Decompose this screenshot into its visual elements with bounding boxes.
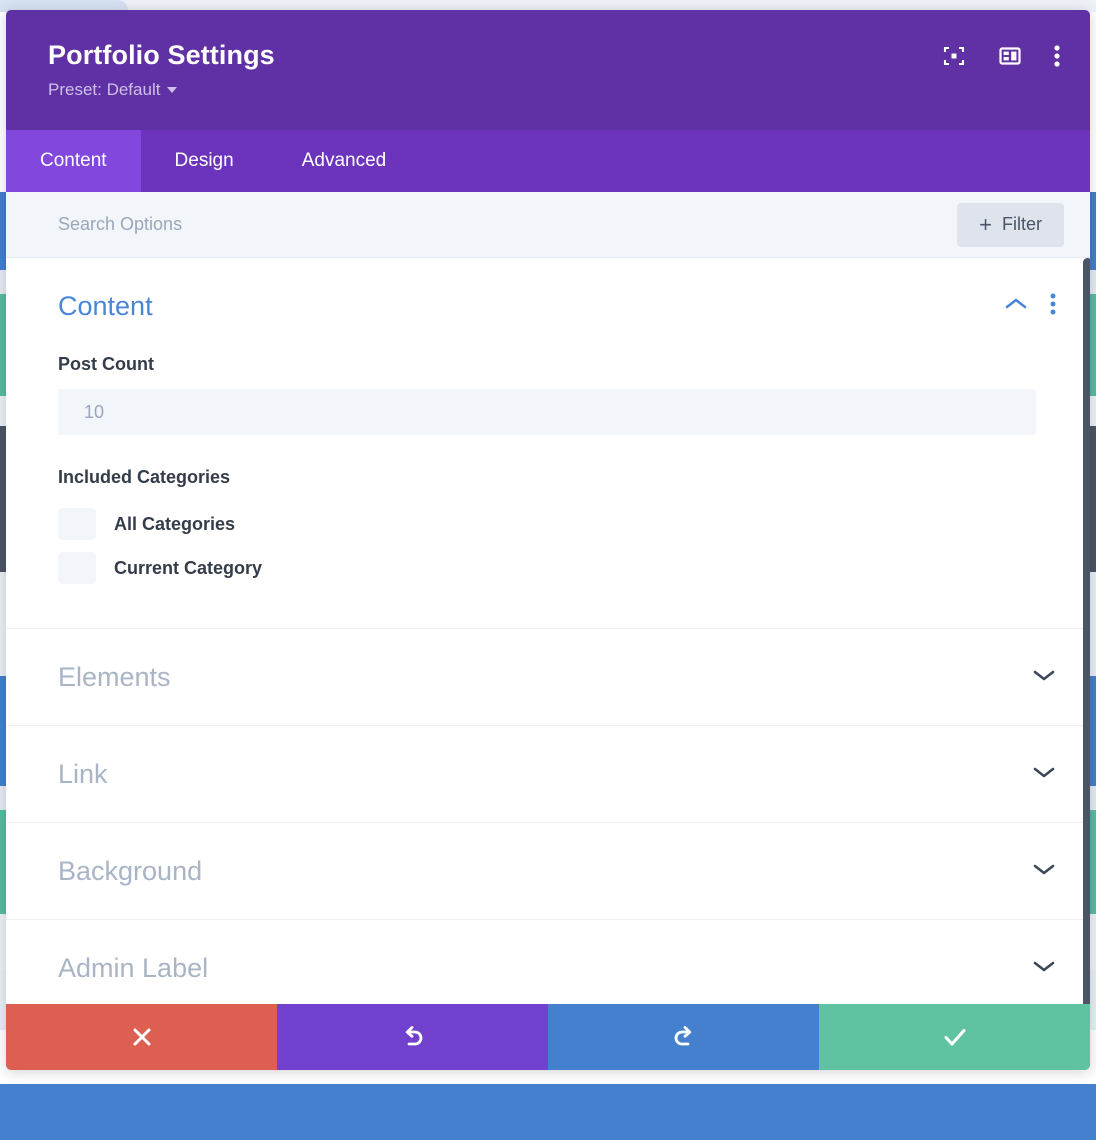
chevron-down-icon[interactable]	[1032, 958, 1056, 979]
cancel-button[interactable]	[6, 1004, 277, 1070]
section-background: Background	[6, 823, 1090, 920]
undo-icon	[399, 1023, 427, 1051]
section-actions	[1004, 293, 1056, 320]
tab-label: Design	[174, 150, 234, 171]
chevron-down-icon[interactable]	[1032, 764, 1056, 785]
redo-button[interactable]	[548, 1004, 819, 1070]
checkbox-current-category[interactable]: Current Category	[58, 546, 1038, 590]
redo-icon	[670, 1023, 698, 1051]
section-header-elements[interactable]: Elements	[6, 629, 1090, 725]
post-count-input[interactable]	[58, 389, 1036, 435]
filter-button[interactable]: + Filter	[957, 202, 1064, 247]
header-icon-group	[942, 44, 1060, 73]
section-header-admin-label[interactable]: Admin Label	[6, 920, 1090, 1004]
section-title: Link	[58, 758, 108, 789]
section-header-link[interactable]: Link	[6, 726, 1090, 822]
section-elements: Elements	[6, 629, 1090, 726]
section-actions	[1032, 667, 1056, 688]
section-more-vertical-icon[interactable]	[1050, 293, 1056, 320]
plus-icon: +	[979, 211, 992, 237]
check-icon	[940, 1024, 970, 1050]
checkbox-box[interactable]	[58, 552, 96, 584]
preset-label: Preset: Default	[48, 80, 161, 99]
field-label: Post Count	[58, 354, 154, 374]
vertical-scrollbar[interactable]	[1083, 258, 1090, 1004]
chevron-down-icon[interactable]	[1032, 861, 1056, 882]
search-input[interactable]	[58, 214, 958, 235]
checkbox-label: Current Category	[114, 557, 263, 578]
checkbox-box[interactable]	[58, 508, 96, 540]
undo-button[interactable]	[277, 1004, 548, 1070]
more-vertical-icon[interactable]	[1054, 44, 1060, 73]
section-title: Content	[58, 290, 153, 321]
modal-footer	[6, 1004, 1090, 1070]
checkbox-label: All Categories	[114, 513, 236, 534]
settings-option-list: Content Post Count 10 Included Categorie…	[6, 258, 1090, 1004]
section-content: Content Post Count 10 Included Categorie…	[6, 258, 1090, 629]
save-button[interactable]	[819, 1004, 1090, 1070]
portfolio-settings-modal: Portfolio Settings Preset: Default Conte…	[6, 10, 1090, 1070]
tab-design[interactable]: Design	[141, 130, 268, 192]
modal-header: Portfolio Settings Preset: Default	[6, 10, 1090, 130]
section-title: Elements	[58, 661, 171, 692]
search-toolbar: + Filter	[6, 192, 1090, 258]
section-header-background[interactable]: Background	[6, 823, 1090, 919]
settings-tab-bar: Content Design Advanced	[6, 130, 1090, 192]
tab-advanced[interactable]: Advanced	[268, 130, 421, 192]
section-body-content: Post Count Included Categories All Categ…	[6, 354, 1090, 628]
filter-button-label: Filter	[1002, 214, 1042, 234]
close-icon	[129, 1024, 155, 1050]
page-title: Portfolio Settings	[48, 40, 275, 70]
builder-section-bar[interactable]: Section	[0, 1084, 1096, 1140]
section-actions	[1032, 958, 1056, 979]
section-actions	[1032, 861, 1056, 882]
tab-label: Advanced	[301, 150, 387, 171]
section-admin-label: Admin Label	[6, 920, 1090, 1004]
tab-content[interactable]: Content	[6, 130, 141, 192]
field-post-count: Post Count	[58, 354, 1038, 435]
focus-target-icon[interactable]	[942, 44, 966, 73]
section-actions	[1032, 764, 1056, 785]
section-link: Link	[6, 726, 1090, 823]
checkbox-all-categories[interactable]: All Categories	[58, 502, 1038, 546]
chevron-up-icon[interactable]	[1004, 296, 1028, 317]
field-label: Included Categories	[58, 467, 231, 487]
chevron-down-icon	[167, 87, 178, 93]
panel-layout-icon[interactable]	[998, 44, 1022, 73]
section-title: Background	[58, 855, 203, 886]
section-header-content[interactable]: Content	[6, 258, 1090, 354]
field-included-categories: Included Categories All Categories Curre…	[58, 467, 1038, 590]
tab-label: Content	[40, 150, 107, 171]
chevron-down-icon[interactable]	[1032, 667, 1056, 688]
section-title: Admin Label	[58, 952, 209, 983]
preset-selector[interactable]: Preset: Default	[48, 79, 1056, 101]
